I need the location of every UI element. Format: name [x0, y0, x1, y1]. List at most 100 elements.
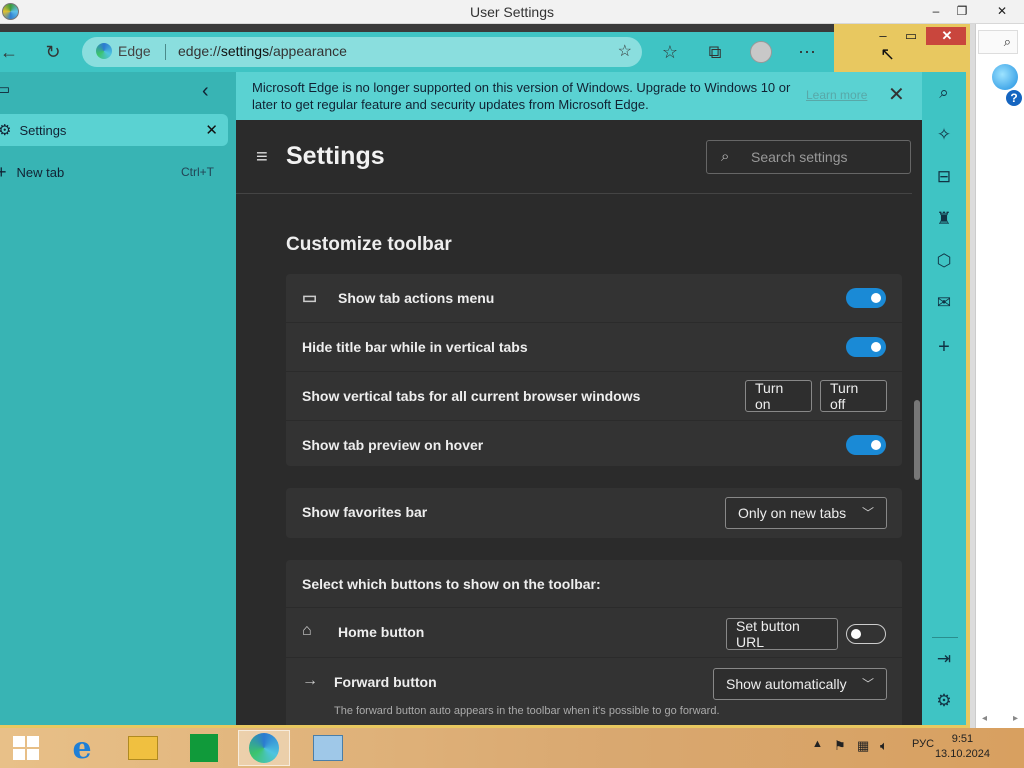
setting-label: Hide title bar while in vertical tabs — [302, 339, 528, 355]
edge-caption-area: – ▭ ✕ ↖ — [834, 24, 966, 72]
favorites-icon[interactable]: ☆ — [655, 32, 685, 72]
scroll-right-icon[interactable]: ▸ — [1013, 713, 1018, 724]
setting-label: Show favorites bar — [302, 504, 428, 520]
tab-actions-icon: ▭ — [302, 290, 318, 307]
back-button[interactable]: ← — [0, 32, 24, 72]
chevron-down-icon: ﹀ — [861, 677, 874, 691]
start-button[interactable] — [0, 730, 52, 766]
forward-button-dropdown[interactable]: Show automatically ﹀ — [713, 668, 887, 700]
tray-expand-icon[interactable]: ▲ — [812, 738, 823, 750]
taskbar-store[interactable] — [178, 730, 230, 766]
taskbar-edge[interactable] — [238, 730, 290, 766]
avatar-icon — [750, 41, 772, 63]
window-close-button[interactable]: ✕ — [984, 0, 1020, 22]
clock[interactable]: 9:51 13.10.2024 — [935, 732, 990, 762]
tab-actions-icon[interactable]: ▭ — [0, 80, 10, 98]
edge-logo-icon — [249, 733, 279, 763]
toggle-tab-preview[interactable] — [846, 435, 886, 455]
toggle-home-button[interactable] — [846, 624, 886, 644]
taskbar-control-panel[interactable] — [302, 730, 354, 766]
settings-content: ≡ Settings ⌕ Customize toolbar ▭ Show ta… — [236, 120, 922, 725]
learn-more-link[interactable]: Learn more — [806, 88, 867, 102]
edge-maximize-button[interactable]: ▭ — [898, 27, 924, 45]
discover-icon[interactable]: ✧ — [922, 120, 966, 150]
toggle-hide-title-bar[interactable] — [846, 337, 886, 357]
site-identity-label: Edge — [118, 43, 151, 59]
games-icon[interactable]: ♜ — [922, 204, 966, 234]
tab-settings[interactable]: ⚙ Settings ✕ — [0, 114, 228, 146]
setting-row-home-button: ⌂ Home button Set button URL — [286, 608, 902, 658]
volume-icon[interactable]: 🔈︎ — [880, 738, 888, 754]
more-menu-button[interactable]: ⋯ — [792, 32, 822, 72]
sidebar-settings-gear-icon[interactable]: ⚙ — [922, 686, 966, 716]
mouse-cursor-icon: ↖ — [880, 44, 896, 64]
favorites-bar-card: Show favorites bar Only on new tabs ﹀ — [286, 488, 902, 538]
settings-scrollbar[interactable] — [912, 120, 922, 725]
close-banner-icon[interactable]: ✕ — [888, 82, 905, 107]
search-settings-box[interactable]: ⌕ — [706, 140, 911, 174]
window-minimize-button[interactable]: – — [922, 0, 950, 22]
taskbar-ie[interactable]: e — [56, 730, 108, 766]
banner-message: Microsoft Edge is no longer supported on… — [252, 80, 791, 112]
gear-icon: ⚙ — [0, 121, 11, 139]
action-center-icon[interactable]: ⚑ — [834, 738, 846, 754]
new-tab-label: New tab — [16, 164, 65, 180]
settings-header: ≡ Settings ⌕ — [236, 120, 922, 194]
scroll-left-icon[interactable]: ◂ — [982, 713, 987, 724]
globe-icon[interactable] — [992, 64, 1018, 90]
set-button-url-button[interactable]: Set button URL — [726, 618, 838, 650]
setting-label: Show tab actions menu — [338, 290, 495, 306]
tab-settings-label: Settings — [19, 122, 67, 138]
language-indicator[interactable]: РУС — [912, 738, 934, 750]
turn-off-button[interactable]: Turn off — [820, 380, 887, 412]
site-identity[interactable]: Edge — [96, 43, 151, 59]
toolbar-buttons-header: Select which buttons to show on the tool… — [286, 560, 902, 608]
help-icon[interactable]: ? — [1006, 90, 1022, 106]
add-favorite-icon[interactable]: ☆ — [618, 41, 632, 61]
collapse-pane-icon[interactable]: ‹ — [202, 80, 209, 103]
office-icon[interactable]: ⬡ — [922, 246, 966, 276]
search-icon: ⌕ — [721, 148, 730, 165]
collections-icon[interactable]: ⧉ — [700, 32, 730, 72]
taskbar: e ▲ ⚑ ▦ 🔈︎ РУС 9:51 13.10.2024 — [0, 728, 1024, 768]
favorites-bar-dropdown[interactable]: Only on new tabs ﹀ — [725, 497, 887, 529]
folder-icon — [128, 736, 158, 760]
new-tab-button[interactable]: + New tab Ctrl+T — [0, 160, 236, 184]
browser-toolbar: ← ↻ Edge edge://settings/appearance ☆ ☆ … — [0, 32, 834, 72]
sidebar-divider — [932, 637, 958, 638]
hide-sidebar-icon[interactable]: ⇥ — [922, 644, 966, 674]
add-sidebar-app-icon[interactable]: + — [922, 332, 966, 362]
search-icon[interactable]: ⌕ — [922, 78, 966, 108]
refresh-button[interactable]: ↻ — [38, 32, 68, 72]
setting-label: Show tab preview on hover — [302, 437, 484, 453]
toggle-tab-actions[interactable] — [846, 288, 886, 308]
menu-icon[interactable]: ≡ — [256, 146, 268, 169]
window-titlebar: User Settings – ❐ ✕ — [0, 0, 1024, 24]
dropdown-value: Show automatically — [726, 676, 847, 692]
search-input[interactable] — [751, 149, 901, 165]
url-scheme: edge:// — [178, 43, 221, 59]
address-bar[interactable]: Edge edge://settings/appearance ☆ — [82, 37, 642, 67]
network-icon[interactable]: ▦ — [857, 738, 869, 754]
window-title: User Settings — [469, 4, 555, 20]
scrollbar-thumb[interactable] — [914, 400, 920, 480]
setting-row-vertical-tabs-all: Show vertical tabs for all current brows… — [286, 372, 902, 421]
outlook-icon[interactable]: ✉ — [922, 288, 966, 318]
taskbar-explorer[interactable] — [117, 730, 169, 766]
tools-icon[interactable]: ⊟ — [922, 162, 966, 192]
edge-close-button[interactable]: ✕ — [926, 27, 966, 45]
turn-on-button[interactable]: Turn on — [745, 380, 812, 412]
background-search-box[interactable]: ⌕ — [978, 30, 1018, 54]
profile-avatar[interactable] — [746, 32, 776, 72]
edge-window: ← ↻ Edge edge://settings/appearance ☆ ☆ … — [0, 24, 970, 728]
edge-minimize-button[interactable]: – — [870, 27, 896, 45]
window-restore-button[interactable]: ❐ — [948, 0, 976, 22]
plus-icon: + — [0, 162, 7, 183]
address-url[interactable]: edge://settings/appearance — [178, 43, 347, 59]
close-tab-icon[interactable]: ✕ — [205, 121, 218, 139]
background-window: ⌕ ? ◂ ▸ — [975, 24, 1024, 728]
page-title: Settings — [286, 142, 385, 170]
clock-date: 13.10.2024 — [934, 748, 990, 760]
horizontal-scrollbar[interactable]: ◂ ▸ — [982, 713, 1018, 724]
toolbar-settings-card: ▭ Show tab actions menu Hide title bar w… — [286, 274, 902, 466]
